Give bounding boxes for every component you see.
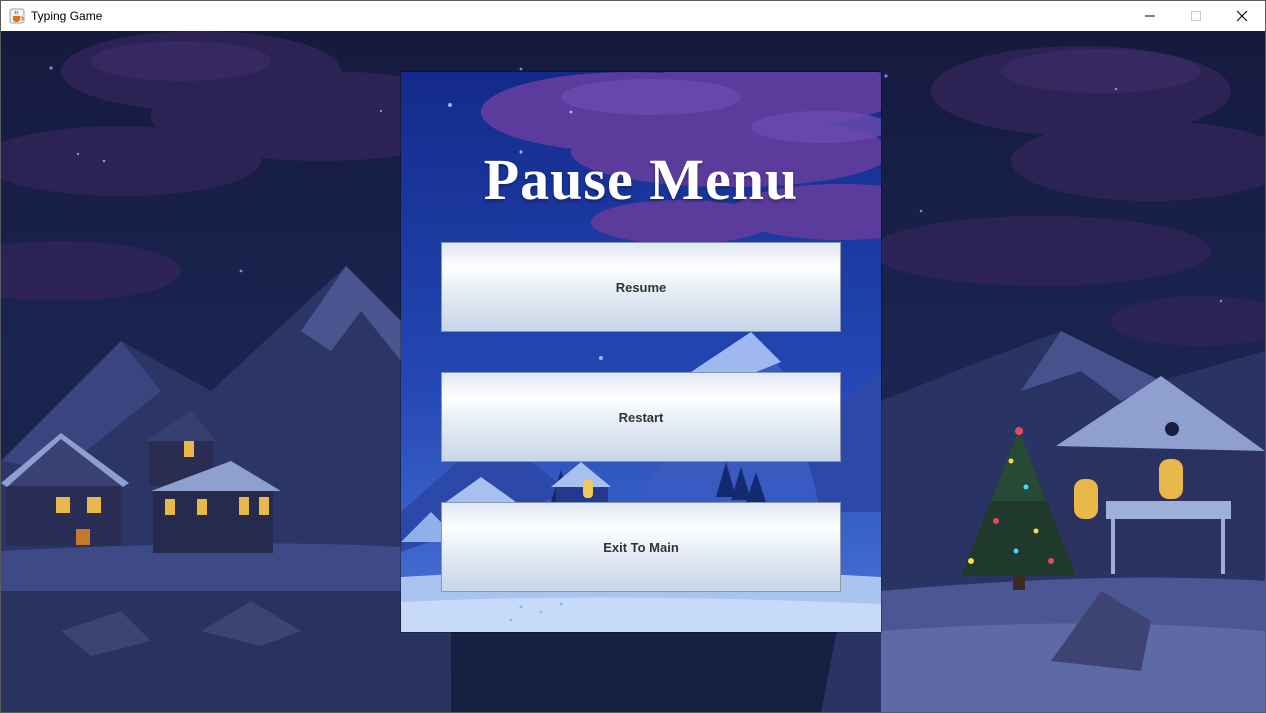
pause-menu-panel: Pause Menu Resume Restart Exit To Main: [401, 72, 881, 632]
pause-menu-title: Pause Menu: [483, 147, 799, 212]
close-button[interactable]: [1219, 1, 1265, 31]
resume-button[interactable]: Resume: [441, 242, 841, 332]
title-bar[interactable]: Typing Game: [1, 1, 1265, 31]
exit-to-main-button[interactable]: Exit To Main: [441, 502, 841, 592]
window-title: Typing Game: [31, 9, 103, 23]
restart-button[interactable]: Restart: [441, 372, 841, 462]
app-window: Typing Game Pause Menu Resume Restart Ex…: [0, 0, 1266, 713]
minimize-icon: [1145, 15, 1155, 17]
java-cup-icon: [9, 8, 25, 24]
maximize-icon: [1191, 11, 1201, 21]
minimize-button[interactable]: [1127, 1, 1173, 31]
close-icon: [1236, 10, 1248, 22]
maximize-button[interactable]: [1173, 1, 1219, 31]
